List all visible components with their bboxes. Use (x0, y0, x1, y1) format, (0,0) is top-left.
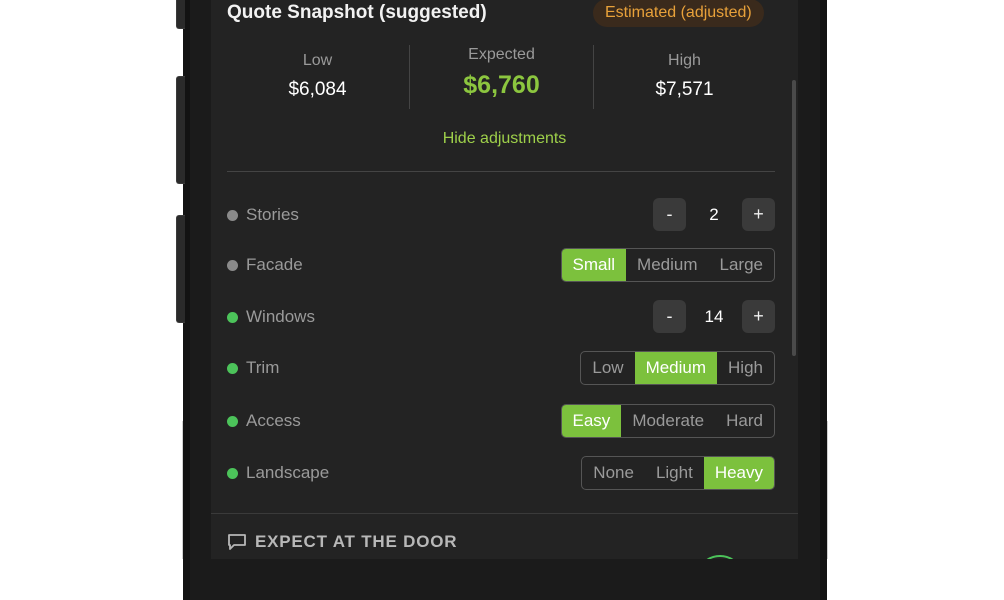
phone-edge-left (182, 421, 183, 559)
expect-at-door-section: EXPECT AT THE DOOR (211, 523, 798, 559)
stories-increment-button[interactable]: + (742, 198, 775, 231)
price-high-value: $7,571 (655, 79, 714, 100)
card-title: Quote Snapshot (suggested) (227, 2, 487, 23)
access-segmented-control: Easy Moderate Hard (560, 404, 775, 438)
landscape-option-heavy[interactable]: Heavy (703, 457, 774, 489)
access-option-moderate[interactable]: Moderate (621, 405, 715, 437)
price-low: Low $6,084 (226, 52, 409, 101)
price-low-value: $6,084 (288, 79, 347, 100)
adjustment-row-windows: Windows - 14 + (227, 300, 775, 334)
adjustment-row-trim: Trim Low Medium High (227, 351, 775, 385)
trim-label: Trim (246, 358, 280, 377)
phone-edge-right (827, 421, 828, 559)
windows-increment-button[interactable]: + (742, 300, 775, 333)
adjustment-row-landscape: Landscape None Light Heavy (227, 456, 775, 490)
section-divider (227, 171, 775, 172)
status-dot (227, 468, 238, 479)
trim-option-high[interactable]: High (717, 352, 774, 384)
status-dot (227, 416, 238, 427)
adjustment-row-access: Access Easy Moderate Hard (227, 404, 775, 438)
price-expected-label: Expected (468, 46, 535, 63)
price-expected: Expected $6,760 (410, 46, 593, 100)
adjustment-row-stories: Stories - 2 + (227, 198, 775, 232)
trim-segmented-control: Low Medium High (580, 351, 775, 385)
landscape-option-none[interactable]: None (582, 457, 645, 489)
stories-label: Stories (246, 205, 299, 224)
phone-side-button (176, 0, 185, 29)
status-dot (227, 260, 238, 271)
landscape-label: Landscape (246, 463, 330, 482)
estimate-status-badge: Estimated (adjusted) (593, 0, 764, 27)
facade-option-large[interactable]: Large (709, 249, 774, 281)
windows-decrement-button[interactable]: - (653, 300, 686, 333)
chat-bubble-icon (228, 534, 246, 550)
scrollbar[interactable] (792, 80, 796, 356)
quote-snapshot-card: Quote Snapshot (suggested) Estimated (ad… (211, 0, 798, 514)
price-expected-value: $6,760 (463, 71, 540, 99)
landscape-segmented-control: None Light Heavy (581, 456, 775, 490)
facade-option-medium[interactable]: Medium (626, 249, 708, 281)
status-dot (227, 210, 238, 221)
status-dot (227, 312, 238, 323)
hide-adjustments-link[interactable]: Hide adjustments (211, 130, 798, 148)
windows-label: Windows (246, 307, 315, 326)
stories-value: 2 (709, 205, 719, 224)
facade-segmented-control: Small Medium Large (560, 248, 775, 282)
trim-option-low[interactable]: Low (581, 352, 634, 384)
price-high: High $7,571 (593, 52, 776, 101)
access-option-hard[interactable]: Hard (715, 405, 774, 437)
windows-stepper: - 14 + (653, 300, 775, 334)
stories-decrement-button[interactable]: - (653, 198, 686, 231)
access-option-easy[interactable]: Easy (561, 405, 622, 437)
phone-screen: Quote Snapshot (suggested) Estimated (ad… (211, 0, 798, 559)
trim-option-medium[interactable]: Medium (634, 352, 718, 384)
access-label: Access (246, 411, 301, 430)
status-dot (227, 363, 238, 374)
landscape-option-light[interactable]: Light (645, 457, 704, 489)
stories-stepper: - 2 + (653, 198, 775, 232)
volume-down-button (176, 215, 185, 323)
price-low-label: Low (302, 52, 333, 69)
volume-up-button (176, 76, 185, 184)
expect-section-title: EXPECT AT THE DOOR (255, 532, 458, 551)
adjustment-row-facade: Facade Small Medium Large (227, 248, 775, 282)
price-high-label: High (668, 52, 701, 69)
facade-label: Facade (246, 255, 303, 274)
facade-option-small[interactable]: Small (561, 249, 627, 281)
windows-value: 14 (704, 307, 724, 326)
